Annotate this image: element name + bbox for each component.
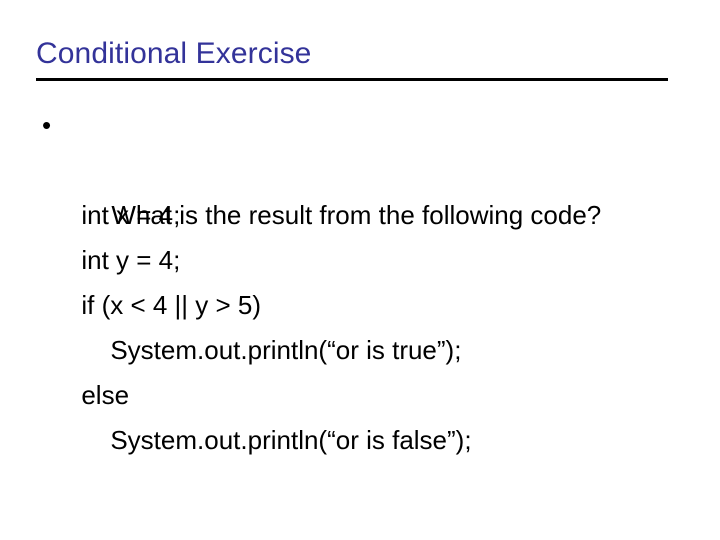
- slide: Conditional Exercise • What is the resul…: [0, 0, 720, 540]
- slide-body: • What is the result from the following …: [36, 103, 696, 455]
- code-line: System.out.println(“or is true”);: [36, 283, 696, 365]
- code-line: System.out.println(“or is false”);: [36, 373, 696, 455]
- code-line: int y = 4;: [36, 193, 696, 275]
- code-line: else: [36, 328, 696, 410]
- title-block: Conditional Exercise: [36, 34, 668, 81]
- code-line: if (x < 4 || y > 5): [36, 238, 696, 320]
- page-title: Conditional Exercise: [36, 37, 312, 70]
- code-line: int x = 4;: [36, 148, 696, 230]
- title-divider: [36, 78, 668, 81]
- list-item: • What is the result from the following …: [36, 103, 696, 230]
- code-line-text: System.out.println(“or is false”);: [110, 425, 472, 455]
- bullet-icon: •: [42, 110, 52, 140]
